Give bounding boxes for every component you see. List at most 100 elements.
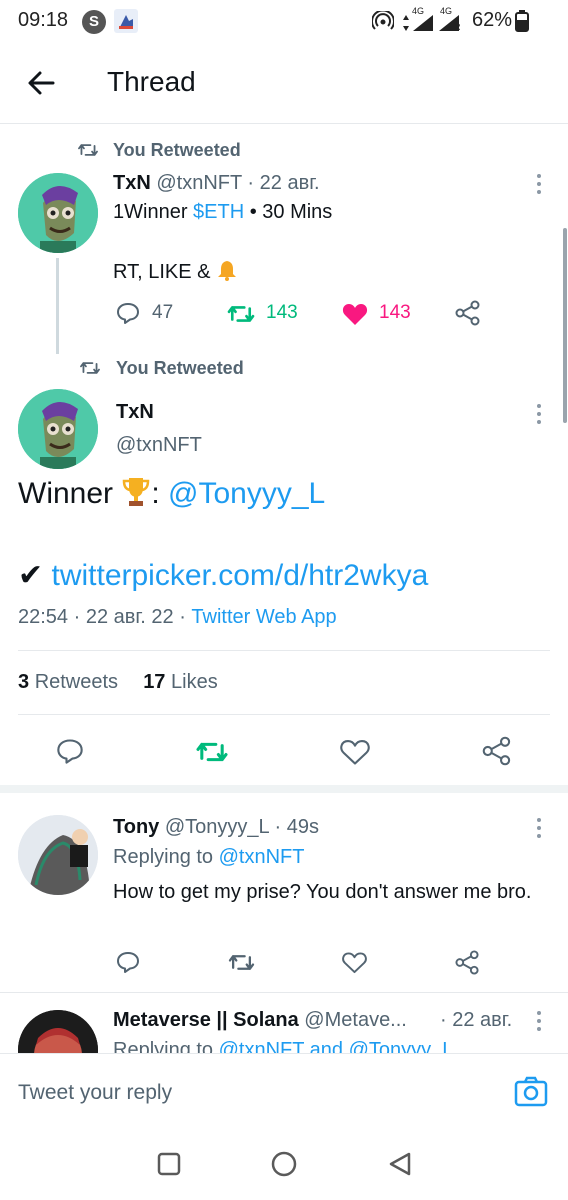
likes-stat[interactable]: 17 Likes [143,671,218,693]
retweets-stat[interactable]: 3 Retweets [18,671,118,693]
like-total: 17 [143,671,166,693]
share-icon[interactable] [455,300,481,326]
share-icon[interactable] [455,950,480,975]
handle[interactable]: @Metave... [304,1009,407,1031]
tweet-text: 1Winner [113,201,194,223]
status-s-badge: S [82,10,106,34]
reply-input[interactable]: Tweet your reply [18,1081,172,1105]
separator-dot: · [247,172,255,194]
tweet-text-line1: 1Winner $ETH • 30 Mins [113,201,332,224]
display-name[interactable]: Tony [113,816,159,838]
tweet-text: • 30 Mins [244,201,333,223]
replying-to: Replying to @txnNFT and @Tonyyy_L [113,1039,453,1053]
tweet-time: 22 авг. [452,1009,513,1031]
mention-link[interactable]: @txnNFT and @Tonyyy_L [219,1039,454,1053]
tweet-text-line2: RT, LIKE & [113,259,238,284]
tweet-text: RT, LIKE & [113,261,211,283]
like-word: Likes [171,671,218,693]
separator-dot: · [73,606,81,628]
like-heart-icon[interactable] [342,951,367,974]
retweet-button-icon[interactable] [228,951,255,974]
handle[interactable]: @txnNFT [116,434,202,457]
avatar[interactable] [18,389,98,469]
replying-to-label: Replying to [113,846,219,868]
home-circle-icon[interactable] [271,1151,297,1177]
checkmark-icon: ✔ [18,559,44,592]
tweet-header: TxN @txnNFT · 22 авг. [113,172,320,195]
retweet-icon [80,359,100,377]
separator-dot: · [440,1009,447,1031]
roaming-indicator: R [454,22,461,32]
reply-icon[interactable] [116,950,140,974]
avatar[interactable] [18,1010,98,1053]
retweet-count: 143 [266,302,298,323]
handle[interactable]: @Tonyyy_L [165,816,269,838]
display-name[interactable]: TxN [116,401,154,424]
camera-icon[interactable] [514,1076,548,1108]
separator-dot: · [179,606,186,628]
handle[interactable]: @txnNFT [156,172,242,194]
display-name[interactable]: TxN [113,172,151,194]
back-triangle-icon[interactable] [387,1151,413,1177]
retweet-total: 3 [18,671,30,693]
retweet-button-icon[interactable] [227,302,255,326]
tweet-link-line: ✔ twitterpicker.com/d/htr2wkya [18,558,428,593]
top-app-bar: Thread [0,44,568,124]
scrollbar-thumb[interactable] [563,228,567,423]
reply-tweet-2[interactable]: Metaverse || Solana @Metave... · 22 авг.… [0,993,568,1053]
system-nav-bar [0,1125,568,1200]
tweet-time: 49s [286,816,319,838]
display-name[interactable]: Metaverse || Solana [113,1009,299,1031]
page-title: Thread [107,66,196,97]
mention-link[interactable]: @txnNFT [219,846,305,868]
url-link[interactable]: twitterpicker.com/d/htr2wkya [51,559,428,592]
more-options-icon[interactable] [537,818,543,842]
trophy-emoji-icon [121,476,151,508]
reply-icon[interactable] [116,301,140,325]
status-bar: 09:18 S 4G 4G R 62% [0,0,568,44]
retweet-context-label: You Retweeted [116,358,244,378]
avatar[interactable] [18,173,98,253]
like-count: 143 [379,302,411,323]
divider [18,714,550,715]
tweet-time-group: · 22 авг. [440,1009,512,1032]
retweet-context-label: You Retweeted [113,140,241,160]
reply-count: 47 [152,302,174,323]
divider [18,650,550,651]
cashtag-link[interactable]: $ETH [193,201,244,223]
status-time: 09:18 [18,9,69,31]
data-arrows-icon [402,14,410,32]
tweet-text: Winner [18,477,122,510]
app-notification-icon [114,9,138,33]
thread-connector-line [56,258,59,354]
mention-link[interactable]: @Tonyyy_L [168,477,325,510]
tweet-text: How to get my prise? You don't answer me… [113,881,532,903]
tweet-timestamp: 22:54 · 22 авг. 22 · Twitter Web App [18,606,337,629]
recents-square-icon[interactable] [157,1152,181,1176]
section-separator [0,785,568,793]
like-heart-icon[interactable] [340,738,370,766]
replying-to-label: Replying to [113,1039,219,1053]
reply-composer: Tweet your reply [0,1053,568,1125]
separator-dot: · [274,816,282,838]
more-options-icon[interactable] [537,174,543,198]
tweet-text: : [151,477,169,510]
reply-icon[interactable] [56,737,84,765]
tweet-text-main: Winner : @Tonyyy_L [18,476,325,511]
battery-icon [515,10,529,32]
tweet-header: Tony @Tonyyy_L · 49s [113,816,319,839]
bell-emoji-icon [216,259,238,281]
back-arrow-icon[interactable] [26,68,56,98]
share-icon[interactable] [482,736,512,766]
battery-percent: 62% [472,9,513,31]
avatar[interactable] [18,815,98,895]
tweet-header: Metaverse || Solana @Metave... [113,1009,407,1032]
replying-to: Replying to @txnNFT [113,846,304,869]
more-options-icon[interactable] [537,404,543,428]
hotspot-icon [372,11,394,33]
more-options-icon[interactable] [537,1011,543,1035]
retweet-button-icon[interactable] [196,738,228,766]
tweet-source-link[interactable]: Twitter Web App [191,606,336,628]
retweet-word: Retweets [34,671,119,693]
liked-heart-icon[interactable] [342,302,368,326]
